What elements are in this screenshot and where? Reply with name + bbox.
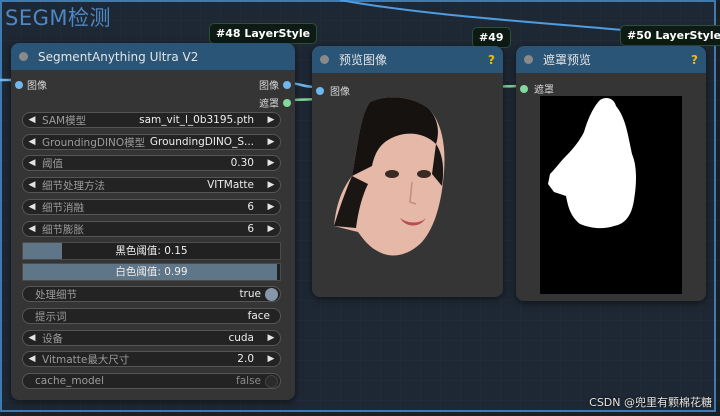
widget-value: sam_vit_l_0b3195.pth [139,114,254,126]
widget-label: SAM模型 [42,114,87,127]
widget-label: 细节处理方法 [42,179,105,192]
increment-arrow-icon[interactable]: ▶ [262,180,280,190]
segment-anything-node[interactable]: SegmentAnything Ultra V2 图像 图像 遮罩 ◀ SAM模… [11,43,295,400]
segmented-face-image [334,97,445,256]
widget-label: Vitmatte最大尺寸 [42,353,130,366]
increment-arrow-icon[interactable]: ▶ [262,202,280,212]
decrement-arrow-icon[interactable]: ◀ [23,224,41,234]
decrement-arrow-icon[interactable]: ◀ [23,115,41,125]
watermark: CSDN @兜里有颗棉花糖 [589,396,712,409]
decrement-arrow-icon[interactable]: ◀ [23,202,41,212]
help-icon[interactable]: ? [691,53,698,67]
widget-label: 处理细节 [35,288,77,301]
increment-arrow-icon[interactable]: ▶ [262,137,280,147]
widget-value: true [239,288,261,300]
widget-value: cuda [228,332,254,344]
widget-value: 6 [247,223,254,235]
mask-node-title: 遮罩预览 [543,53,592,67]
cache-model-toggle[interactable]: cache_model false [22,373,281,389]
widget-value: 0.30 [230,157,254,169]
widget-label: 提示词 [35,310,67,323]
collapse-dot-icon[interactable] [320,55,329,64]
detail-erode-number[interactable]: ◀ 细节消融 6 ▶ [22,199,281,215]
preview-input-port-icon[interactable] [316,86,324,95]
toggle-on-icon[interactable] [265,287,278,301]
input-image-row: 图像 [15,77,47,92]
preview-node-title: 预览图像 [339,53,388,67]
group-title[interactable]: SEGM检测 [5,2,111,32]
output-image-row: 图像 [259,77,291,92]
badge-49[interactable]: #49 [472,27,511,48]
widget-value: VITMatte [207,179,254,191]
badge-48[interactable]: #48 LayerStyle [209,23,318,44]
input-image-label: 图像 [27,81,47,92]
left-eye-shape [385,170,399,178]
mask-shape [548,98,636,229]
black-threshold-slider[interactable]: 黑色阈值: 0.15 [22,242,281,260]
segment-node-header[interactable]: SegmentAnything Ultra V2 [11,43,295,70]
increment-arrow-icon[interactable]: ▶ [262,224,280,234]
process-detail-toggle[interactable]: 处理细节 true [22,286,281,302]
widget-label: 设备 [42,332,63,345]
widget-label: GroundingDINO模型 [42,136,146,149]
help-icon[interactable]: ? [488,53,495,67]
output-mask-port-icon[interactable] [283,98,291,107]
prompt-text-field[interactable]: 提示词 face [22,308,281,324]
widget-label: cache_model [35,375,105,387]
widget-label: 阈值 [42,157,63,170]
white-threshold-slider[interactable]: 白色阈值: 0.99 [22,263,281,281]
decrement-arrow-icon[interactable]: ◀ [23,180,41,190]
output-mask-row: 遮罩 [259,95,291,110]
badge-50[interactable]: #50 LayerStyle [620,25,720,46]
input-image-port-icon[interactable] [15,80,23,89]
sam-model-combo[interactable]: ◀ SAM模型 sam_vit_l_0b3195.pth ▶ [22,112,281,128]
mask-silhouette [548,98,636,229]
mask-input-port-icon[interactable] [520,84,528,93]
slider-label: 黑色阈值: 0.15 [115,245,188,257]
collapse-dot-icon[interactable] [19,52,28,61]
grounding-dino-combo[interactable]: ◀ GroundingDINO模型 GroundingDINO_S... ▶ [22,134,281,150]
segment-node-title: SegmentAnything Ultra V2 [38,49,199,64]
increment-arrow-icon[interactable]: ▶ [262,158,280,168]
widget-value: GroundingDINO_S... [149,136,254,148]
detail-dilate-number[interactable]: ◀ 细节膨胀 6 ▶ [22,221,281,237]
threshold-number[interactable]: ◀ 阈值 0.30 ▶ [22,155,281,171]
toggle-off-icon[interactable] [265,374,278,388]
collapse-dot-icon[interactable] [524,55,533,64]
detail-method-combo[interactable]: ◀ 细节处理方法 VITMatte ▶ [22,177,281,193]
device-combo[interactable]: ◀ 设备 cuda ▶ [22,330,281,346]
mask-input-row: 遮罩 [520,81,554,96]
decrement-arrow-icon[interactable]: ◀ [23,158,41,168]
widget-value: face [247,310,270,322]
output-image-port-icon[interactable] [283,80,291,89]
preview-node-header[interactable]: 预览图像 ? [312,46,503,73]
output-image-label: 图像 [259,81,279,92]
slider-label: 白色阈值: 0.99 [115,266,188,278]
output-mask-label: 遮罩 [259,99,279,110]
widget-label: 细节膨胀 [42,223,84,236]
widget-value: 2.0 [237,353,254,365]
mask-preview-node[interactable]: 遮罩预览 ? 遮罩 [516,46,706,301]
increment-arrow-icon[interactable]: ▶ [262,354,280,364]
increment-arrow-icon[interactable]: ▶ [262,115,280,125]
mask-image [540,96,682,294]
mask-input-label: 遮罩 [534,85,554,96]
decrement-arrow-icon[interactable]: ◀ [23,354,41,364]
widget-value: false [236,375,261,387]
increment-arrow-icon[interactable]: ▶ [262,333,280,343]
decrement-arrow-icon[interactable]: ◀ [23,333,41,343]
widget-label: 细节消融 [42,201,84,214]
decrement-arrow-icon[interactable]: ◀ [23,137,41,147]
vitmatte-size-number[interactable]: ◀ Vitmatte最大尺寸 2.0 ▶ [22,351,281,367]
mask-node-header[interactable]: 遮罩预览 ? [516,46,706,73]
widget-value: 6 [247,201,254,213]
right-eye-shape [417,170,431,178]
preview-image-node[interactable]: 预览图像 ? 图像 [312,46,503,297]
